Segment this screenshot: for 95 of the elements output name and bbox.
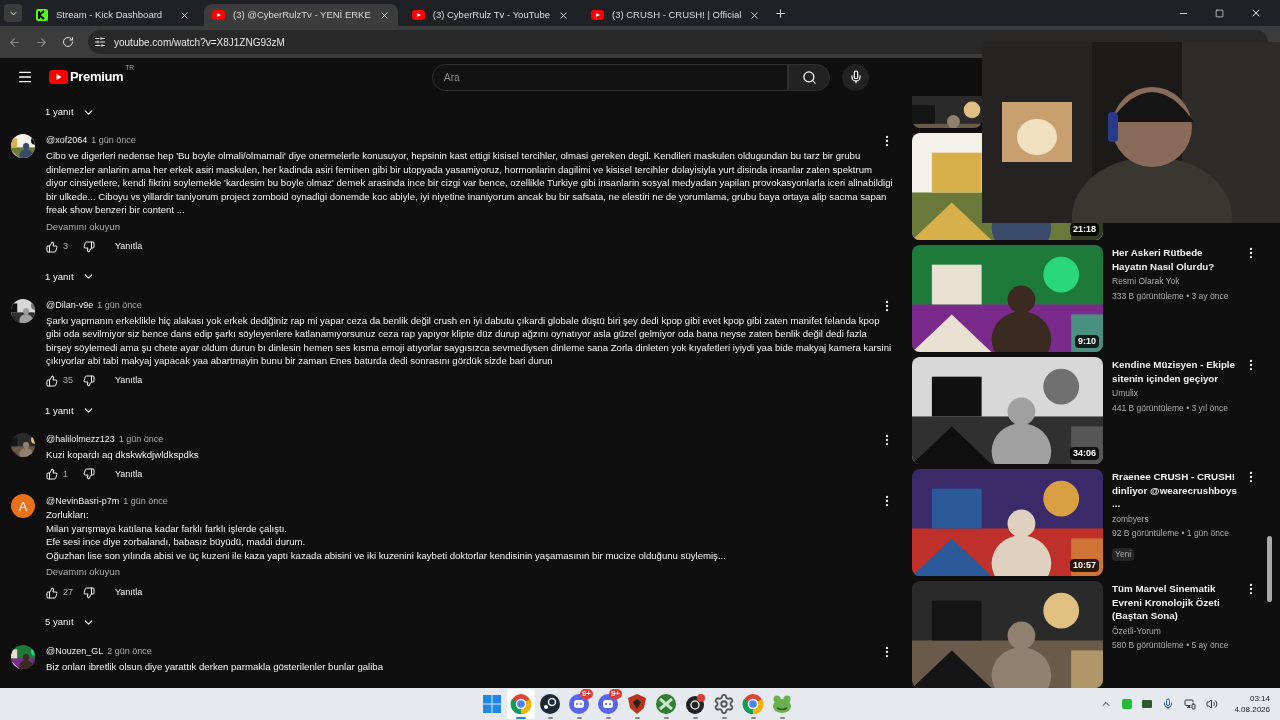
reload-icon[interactable]	[62, 36, 74, 48]
close-icon[interactable]	[378, 9, 390, 21]
back-icon[interactable]	[8, 35, 21, 49]
comment-time[interactable]: 1 gün önce	[123, 494, 168, 508]
menu-icon[interactable]	[17, 69, 33, 85]
video-meta: 92 B görüntüleme • 1 gün önce	[1112, 527, 1230, 540]
reply-button[interactable]: Yanıtla	[115, 374, 143, 388]
dislike-icon[interactable]	[83, 240, 95, 253]
search-button[interactable]	[788, 63, 831, 91]
like-icon[interactable]	[46, 374, 58, 387]
like-icon[interactable]	[46, 468, 58, 481]
comment-author[interactable]: @NevinBasri-p7m	[46, 494, 120, 508]
notification-badge: 9+	[579, 689, 593, 699]
replies-toggle[interactable]: 1 yanıt	[45, 260, 95, 293]
replies-toggle[interactable]: 5 yanıt	[45, 606, 95, 639]
network-icon[interactable]	[1184, 698, 1197, 710]
maximize-icon[interactable]	[1215, 8, 1224, 18]
tab-title: (3) CyberRulz Tv - YouTube	[432, 7, 550, 22]
comment-time[interactable]: 1 gün önce	[91, 134, 136, 148]
close-icon[interactable]	[179, 9, 190, 21]
mic-icon[interactable]	[1162, 698, 1175, 710]
comment-time[interactable]: 1 gün önce	[97, 299, 142, 313]
browser-tab[interactable]: (3) CRUSH - CRUSH! | Official	[583, 4, 769, 26]
clock-date[interactable]: 4.08.2026	[1234, 704, 1270, 715]
like-count: 1	[63, 467, 69, 481]
comment-text: Kuzi kopardı aq dkskwkdjwldkspdks	[46, 447, 200, 462]
dislike-icon[interactable]	[83, 586, 95, 599]
search-field[interactable]: Ara	[433, 64, 788, 90]
site-info-icon	[94, 36, 106, 48]
channel-name[interactable]: Umulix	[1112, 387, 1258, 400]
comment-text: Şarkı yapmanın erkeklikle hiç alakası yok erkek dediğiniz rap mi yapar ceza da benlik değil crush en iyi dabutu çıkardi globale düştü biri şey dedi kpop gibi evet kpop gibi zaten manifet felanda kpop gibi oda sevilmiyor siz bence dans edip şarkı söyleyenlere katlanamıyorsunuz ceza rap yapıyor klipte düz durup ağzını oynatıyor asla güzel gelmiyor oda bana neyse zaten benlik değil dedi fazla birşey söylemedi ama şu chete ayar oldum durun bı dinlesin hemen ses kısma emoji atıyorlar saygısızca sevmediysen dinleme sana Zorla dinleten yok kıyafetleri iyiydi yaa bide makyaj kamera karsini çıkıyorlar abi tabi makyaj yapacak yaa abartmayin bunu bir zaman Enes baturda dedi sonrasını gördük sizde bari durun	[46, 313, 893, 368]
new-tab-icon[interactable]	[774, 6, 788, 20]
dislike-icon[interactable]	[83, 468, 95, 481]
voice-search-button[interactable]	[842, 63, 870, 91]
read-more-link[interactable]: Devamını okuyun	[46, 565, 120, 580]
comment-author[interactable]: @xof2064	[46, 134, 88, 148]
browser-tab[interactable]: (3) @CyberRulzTv - YENİ ERKE	[204, 4, 398, 26]
video-meta: 333 B görüntüleme • 3 ay önce	[1112, 289, 1230, 303]
comment-line: Zorlukları:	[46, 508, 90, 522]
video-title[interactable]: Rraenee CRUSH - CRUSH! dinliyor @wearecrushboys ...	[1112, 470, 1240, 511]
comment-time[interactable]: 1 gün önce	[118, 433, 164, 447]
youtube-icon	[411, 10, 425, 20]
reply-button[interactable]: Yanıtla	[115, 467, 143, 481]
channel-name[interactable]: zombyers	[1112, 512, 1258, 526]
tray-app-icon[interactable]	[1142, 700, 1153, 708]
youtube-icon	[49, 70, 68, 84]
tab-title: Stream - Kick Dashboard	[56, 7, 164, 22]
taskbar-app[interactable]: 9+	[565, 689, 593, 719]
channel-name[interactable]: Özetli-Yorum	[1112, 624, 1258, 638]
comment-author[interactable]: @Nouzen_GL	[46, 644, 104, 659]
channel-name[interactable]: Resmi Olarak Yok	[1112, 275, 1258, 288]
comment-line: Efe sesi ince diye zorbalandı, babasız büyüdü, maddi durum.	[46, 535, 307, 549]
comment-text: Cibo ve digerleri nedense hep 'Bu boyle olmali/olmamali' diye onermelerle konusuyor, hepsinin kast ettigi kisisel tercihler, olmasi gereken degil. Kendileri maskulen oldugundan bu tarz bir grubu dinlemezler anlarim ama her erkek asiri maskulen, her kadinda asiri feminen gibi bir utopyada yasamiyoruz, hormonlarin dagilimi ve kisisel tercihler dolayisiyla yurt disinda insanlar zaten spektrum diyor cinsiyetlere, kendi fikrini soylemekle 'kardesim bu boyle olmaz' demek arasinda ince bir cizgi var bence, ozellikle Turkiye gibi insanlarin sosyal medyadan yapilan provokasyonlarla iceri alinabildigi bir ulkede... Ciboyu vs yillardir taniyorum project zomboid oynadigi donemde koc abiyle, iyi niyetine inaniyorum ancak bu bir safsata, ne elestiri ne de yorumlama, grubu baya ortaya alip sacma sapan freak show benzeri bir content ...	[46, 149, 894, 217]
tab-title: (3) CRUSH - CRUSH! | Official	[612, 7, 742, 22]
like-count: 27	[63, 585, 74, 599]
like-icon[interactable]	[46, 240, 58, 253]
close-icon[interactable]	[558, 9, 569, 21]
clock-time[interactable]: 03:14	[1249, 693, 1270, 704]
reply-button[interactable]: Yanıtla	[115, 585, 143, 600]
notification-badge: 9+	[608, 689, 622, 699]
kick-icon	[36, 9, 48, 21]
comment-author[interactable]: @Dilan-v9e	[46, 299, 94, 313]
comment-text: Biz onları ibretlik olsun diye yarattık derken parmakla gösterilenler bunlar galiba	[46, 659, 385, 673]
scrollbar-thumb[interactable]	[1266, 536, 1272, 602]
comment-time[interactable]: 2 gün önce	[107, 644, 152, 659]
dislike-icon[interactable]	[83, 374, 95, 387]
comment-author[interactable]: @halilolmezz123	[46, 433, 115, 447]
read-more-link[interactable]: Devamını okuyun	[46, 219, 120, 234]
tab-title: (3) @CyberRulzTv - YENİ ERKE	[233, 7, 371, 22]
video-meta: 580 B görüntüleme • 5 ay önce	[1112, 639, 1230, 652]
reply-button[interactable]: Yanıtla	[115, 240, 143, 254]
video-title[interactable]: Her Askeri Rütbede Hayatın Nasıl Olurdu?	[1112, 246, 1240, 273]
youtube-icon	[591, 10, 604, 20]
comment-line: Oğuzhan lise son yılında abisi ve üç kuzeni ile kaza yaptı kazada abisini ve iki kuzenini kaybeti doktorlar kendisinin yaşamasının bir mucize olduğunu süylemiş...	[46, 548, 727, 563]
close-icon[interactable]	[749, 9, 761, 21]
new-badge: Yeni	[1112, 548, 1135, 561]
browser-tab[interactable]: Stream - Kick Dashboard	[28, 4, 198, 26]
taskbar-app[interactable]: 9+	[594, 689, 622, 719]
comment-line: Milan yarışmaya katılana kadar farklı farklı işlerde çalıştı.	[46, 521, 288, 536]
replies-toggle[interactable]: 1 yanıt	[45, 394, 95, 427]
video-meta: 441 B görüntüleme • 3 yıl önce	[1112, 401, 1229, 415]
like-count: 3	[63, 240, 69, 253]
replies-toggle[interactable]: 1 yanıt	[45, 96, 95, 128]
forward-icon[interactable]	[35, 35, 48, 49]
youtube-icon	[212, 10, 225, 20]
browser-tab[interactable]: (3) CyberRulz Tv - YouTube	[403, 4, 577, 26]
search-icon	[801, 69, 817, 85]
like-icon[interactable]	[46, 586, 58, 599]
volume-icon[interactable]	[1206, 698, 1219, 710]
video-title[interactable]: Tüm Marvel Sinematik Evreni Kronolojik Özeti (Baştan Sona)	[1112, 582, 1240, 623]
video-title[interactable]: Kendine Müzisyen - Ekiple sitenin içinden geçiyor	[1112, 358, 1240, 385]
tab-list-button[interactable]	[4, 4, 22, 22]
mic-icon	[848, 70, 863, 84]
close-icon[interactable]	[1250, 7, 1262, 19]
like-count: 35	[63, 374, 74, 387]
